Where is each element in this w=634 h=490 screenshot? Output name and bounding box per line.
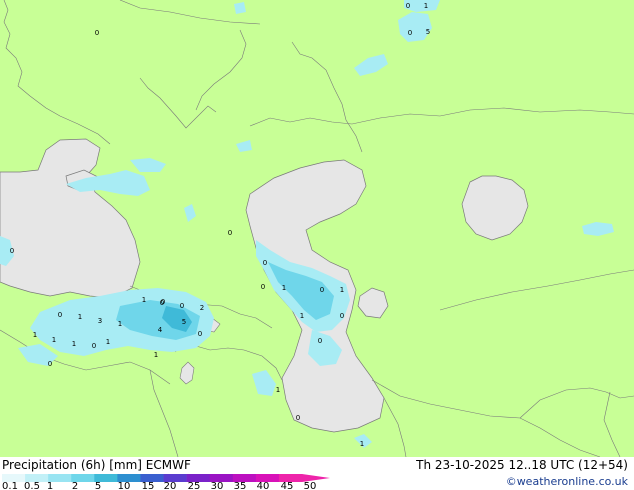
legend-tick: 30 bbox=[210, 481, 224, 490]
precip-value-label: 4 bbox=[158, 326, 163, 334]
precip-value-label: 0 bbox=[263, 259, 267, 267]
footer-panel: Precipitation (6h) [mm] ECMWF Th 23-10-2… bbox=[0, 457, 634, 490]
precip-value-label: 0 bbox=[318, 337, 322, 345]
legend-tick: 45 bbox=[280, 481, 294, 490]
legend-tick: 50 bbox=[303, 481, 317, 490]
precip-value-label: 1 bbox=[118, 320, 122, 328]
precip-patch-top-left bbox=[234, 2, 246, 14]
precip-value-label: 1 bbox=[360, 440, 364, 448]
precip-value-label: 0 bbox=[92, 342, 96, 350]
legend-tick: 5 bbox=[94, 481, 102, 490]
precip-value-label: 1 bbox=[52, 336, 56, 344]
precip-value-label: 0 bbox=[296, 414, 300, 422]
precip-value-label: 1 bbox=[154, 351, 158, 359]
precip-value-label: 2 bbox=[200, 304, 204, 312]
legend-tick: 15 bbox=[141, 481, 155, 490]
legend-tick: 40 bbox=[256, 481, 270, 490]
precip-value-label: 1 bbox=[106, 338, 110, 346]
legend-tick: 0.5 bbox=[24, 481, 40, 490]
precip-value-label: 0 bbox=[95, 29, 99, 37]
precip-value-label: 1 bbox=[424, 2, 428, 10]
legend-tick: 2 bbox=[71, 481, 79, 490]
precip-value-label: 3 bbox=[98, 317, 102, 325]
precip-value-label: 0 bbox=[160, 299, 164, 307]
precip-value-label: 1 bbox=[340, 286, 344, 294]
precip-value-label: 0 bbox=[261, 283, 265, 291]
map-title: Precipitation (6h) [mm] ECMWF bbox=[2, 458, 191, 472]
legend-tick-labels: 0.1 0.5 1 2 5 10 15 20 25 30 35 40 45 50 bbox=[0, 481, 340, 490]
precip-value-label: 1 bbox=[282, 284, 286, 292]
credit-link[interactable]: ©weatheronline.co.uk bbox=[506, 475, 628, 488]
weather-map-frame: 0105000001011002013154011101101001010 Pr… bbox=[0, 0, 634, 490]
legend-tick: 0.1 bbox=[2, 481, 18, 490]
legend-tick: 35 bbox=[233, 481, 247, 490]
precip-value-label: 0 bbox=[10, 247, 14, 255]
forecast-timestamp: Th 23-10-2025 12..18 UTC (12+54) bbox=[416, 458, 628, 472]
precipitation-map: 0 10 500000 1 0 11 0 0 20 1 3 1 54 011 1 0 1101 001010 bbox=[0, 0, 634, 457]
precip-value-label: 0 bbox=[408, 29, 412, 37]
legend-tick: 20 bbox=[163, 481, 177, 490]
precip-value-label: 1 bbox=[300, 312, 304, 320]
precip-value-label: 1 bbox=[142, 296, 146, 304]
precip-value-label: 1 bbox=[72, 340, 76, 348]
legend-tick: 25 bbox=[187, 481, 201, 490]
precip-value-label: 5 bbox=[426, 28, 430, 36]
precip-value-label: 0 bbox=[58, 311, 62, 319]
precip-value-label: 1 bbox=[78, 313, 82, 321]
legend-tick: 1 bbox=[46, 481, 54, 490]
precip-value-label: 1 bbox=[33, 331, 37, 339]
precip-value-label: 0 bbox=[198, 330, 202, 338]
legend-tick: 10 bbox=[117, 481, 131, 490]
precip-value-label: 0 bbox=[406, 2, 410, 10]
precip-value-label: 0 bbox=[228, 229, 232, 237]
precip-value-label: 0 bbox=[48, 360, 52, 368]
precip-value-label: 0 bbox=[180, 302, 184, 310]
precip-value-label: 0 bbox=[340, 312, 344, 320]
precip-value-label: 1 bbox=[276, 386, 280, 394]
precip-value-label: 5 bbox=[182, 318, 186, 326]
precip-value-label: 0 bbox=[320, 286, 324, 294]
